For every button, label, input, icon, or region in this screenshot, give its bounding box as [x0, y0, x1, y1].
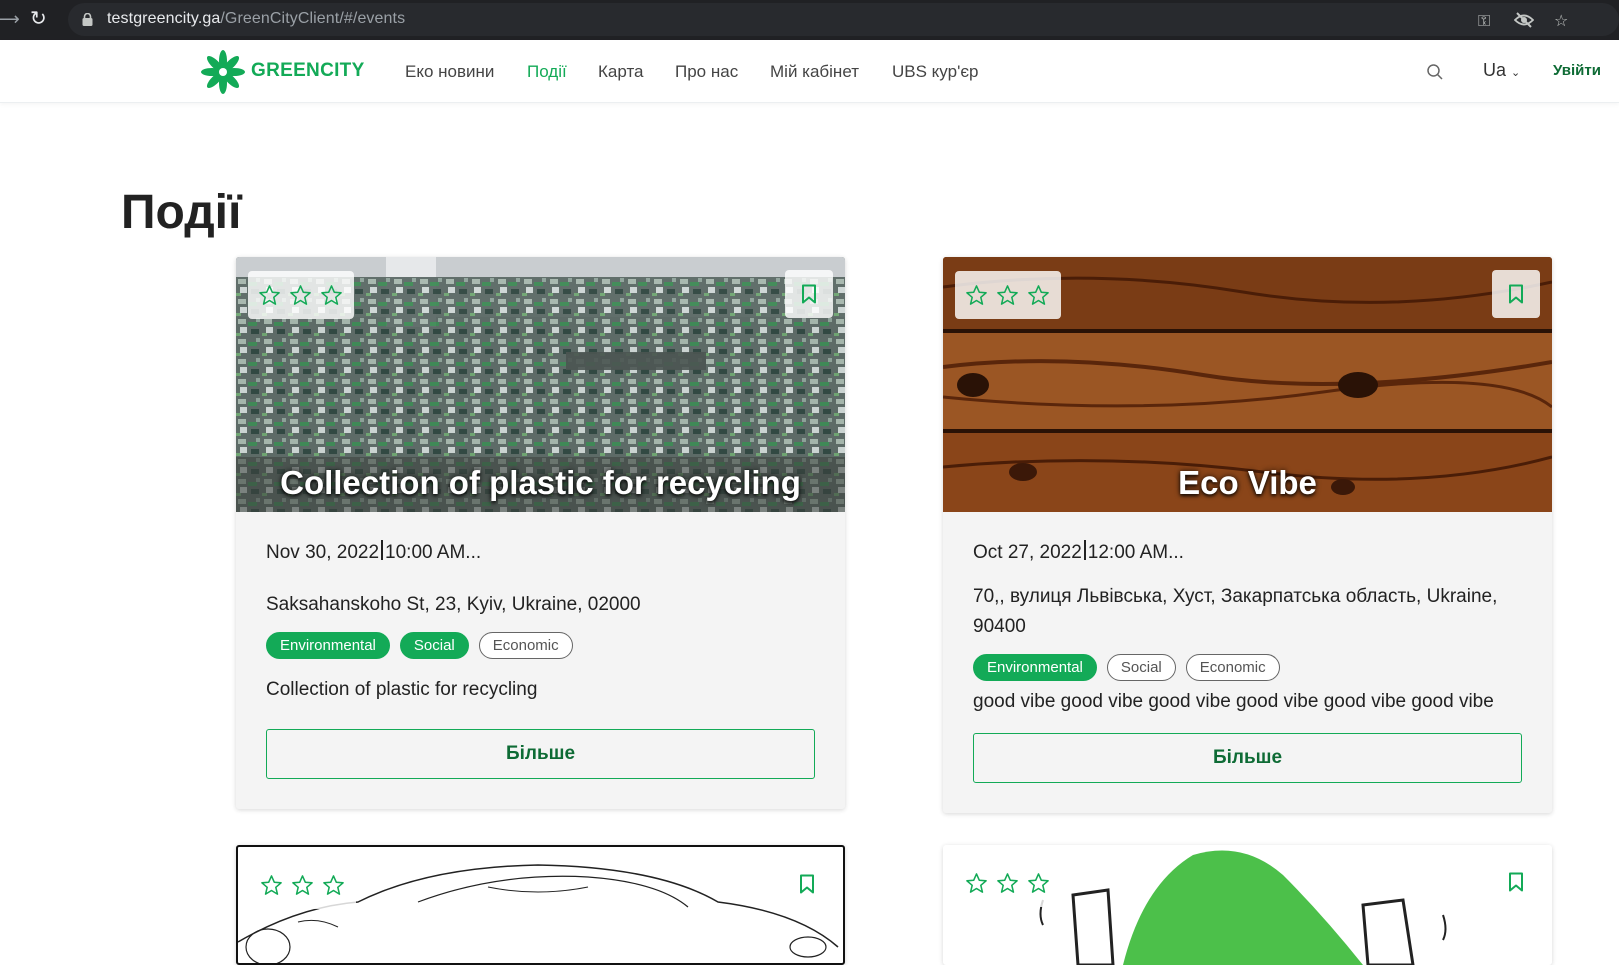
address-bar[interactable]: testgreencity.ga/GreenCityClient/#/event…	[68, 3, 1619, 36]
event-card	[236, 845, 845, 965]
nav-my-cabinet[interactable]: Мій кабінет	[770, 62, 859, 82]
event-image: Collection of plastic for recycling	[236, 257, 845, 512]
tag-social[interactable]: Social	[399, 632, 469, 659]
chevron-down-icon: ⌄	[1511, 66, 1521, 79]
event-tags: Environmental Social Economic	[973, 654, 1522, 681]
event-card	[943, 845, 1552, 965]
nav-events[interactable]: Події	[527, 62, 567, 82]
key-icon[interactable]: ⚿	[1478, 11, 1490, 31]
logo-text[interactable]: GREENCITY	[251, 60, 365, 82]
page-title: Події	[121, 186, 242, 239]
star-icon[interactable]	[996, 872, 1019, 895]
star-icon[interactable]	[320, 284, 343, 307]
rating-stars[interactable]	[955, 271, 1061, 319]
browser-toolbar: ⟶ ↻ testgreencity.ga/GreenCityClient/#/e…	[0, 0, 1619, 40]
event-location: 70,, вулиця Львівська, Хуст, Закарпатськ…	[973, 586, 1498, 637]
tag-environmental[interactable]: Environmental	[973, 654, 1097, 681]
event-title: Eco Vibe	[1178, 464, 1317, 501]
nav-eco-news[interactable]: Еко новини	[405, 62, 494, 82]
nav-ubs-courier[interactable]: UBS кур'єр	[892, 62, 978, 82]
star-icon[interactable]	[1027, 284, 1050, 307]
bookmark-icon	[1509, 284, 1523, 304]
event-tags: Environmental Social Economic	[266, 632, 815, 659]
tag-environmental[interactable]: Environmental	[266, 632, 390, 659]
star-icon[interactable]	[291, 874, 314, 897]
url-text[interactable]: testgreencity.ga/GreenCityClient/#/event…	[107, 10, 405, 28]
event-card: Eco Vibe Oct 27, 2022 12:00 AM... 70,, ву…	[943, 257, 1552, 813]
tag-economic[interactable]: Economic	[478, 632, 573, 659]
star-icon[interactable]	[322, 874, 345, 897]
site-header: GREENCITY Еко новини Події Карта Про нас…	[0, 40, 1619, 103]
star-icon[interactable]	[289, 284, 312, 307]
event-title: Collection of plastic for recycling	[280, 464, 801, 501]
event-description: good vibe good vibe good vibe good vibe …	[973, 691, 1494, 712]
bookmark-button[interactable]	[783, 860, 831, 908]
event-datetime: Nov 30, 2022 10:00 AM...	[266, 540, 482, 563]
rating-stars[interactable]	[248, 271, 354, 319]
event-card: Collection of plastic for recycling Nov …	[236, 257, 845, 809]
bookmark-button[interactable]	[785, 270, 833, 318]
tag-economic[interactable]: Economic	[1185, 654, 1280, 681]
bookmark-button[interactable]	[1492, 858, 1540, 906]
greencity-logo-icon[interactable]	[199, 48, 247, 96]
bookmark-icon	[1509, 872, 1523, 892]
more-button[interactable]: Більше	[266, 729, 815, 779]
rating-stars[interactable]	[250, 861, 356, 909]
more-button[interactable]: Більше	[973, 733, 1522, 783]
star-icon[interactable]	[258, 284, 281, 307]
star-icon[interactable]	[965, 872, 988, 895]
lock-icon[interactable]	[82, 13, 93, 26]
event-image: Eco Vibe	[943, 257, 1552, 512]
bookmark-icon	[800, 874, 814, 894]
event-details: Oct 27, 2022 12:00 AM... 70,, вулиця Льві…	[943, 512, 1552, 813]
event-description: Collection of plastic for recycling	[266, 679, 538, 700]
star-icon[interactable]	[965, 284, 988, 307]
eye-off-icon[interactable]	[1514, 12, 1534, 28]
event-datetime: Oct 27, 2022 12:00 AM...	[973, 540, 1184, 563]
reload-icon[interactable]: ↻	[30, 6, 47, 30]
tag-social[interactable]: Social	[1106, 654, 1176, 681]
bookmark-button[interactable]	[1492, 270, 1540, 318]
login-button[interactable]: Увійти	[1553, 62, 1601, 79]
event-details: Nov 30, 2022 10:00 AM... Saksahanskoho St…	[236, 512, 845, 809]
bookmark-icon	[802, 284, 816, 304]
language-selector[interactable]: Ua ⌄	[1483, 60, 1520, 81]
nav-about[interactable]: Про нас	[675, 62, 738, 82]
star-icon[interactable]	[260, 874, 283, 897]
search-icon[interactable]	[1426, 63, 1444, 81]
star-icon[interactable]: ☆	[1554, 11, 1568, 30]
rating-stars[interactable]	[955, 859, 1061, 907]
forward-icon[interactable]: ⟶	[0, 9, 20, 30]
star-icon[interactable]	[1027, 872, 1050, 895]
star-icon[interactable]	[996, 284, 1019, 307]
event-location: Saksahanskoho St, 23, Kyiv, Ukraine, 020…	[266, 594, 641, 615]
nav-map[interactable]: Карта	[598, 62, 644, 82]
